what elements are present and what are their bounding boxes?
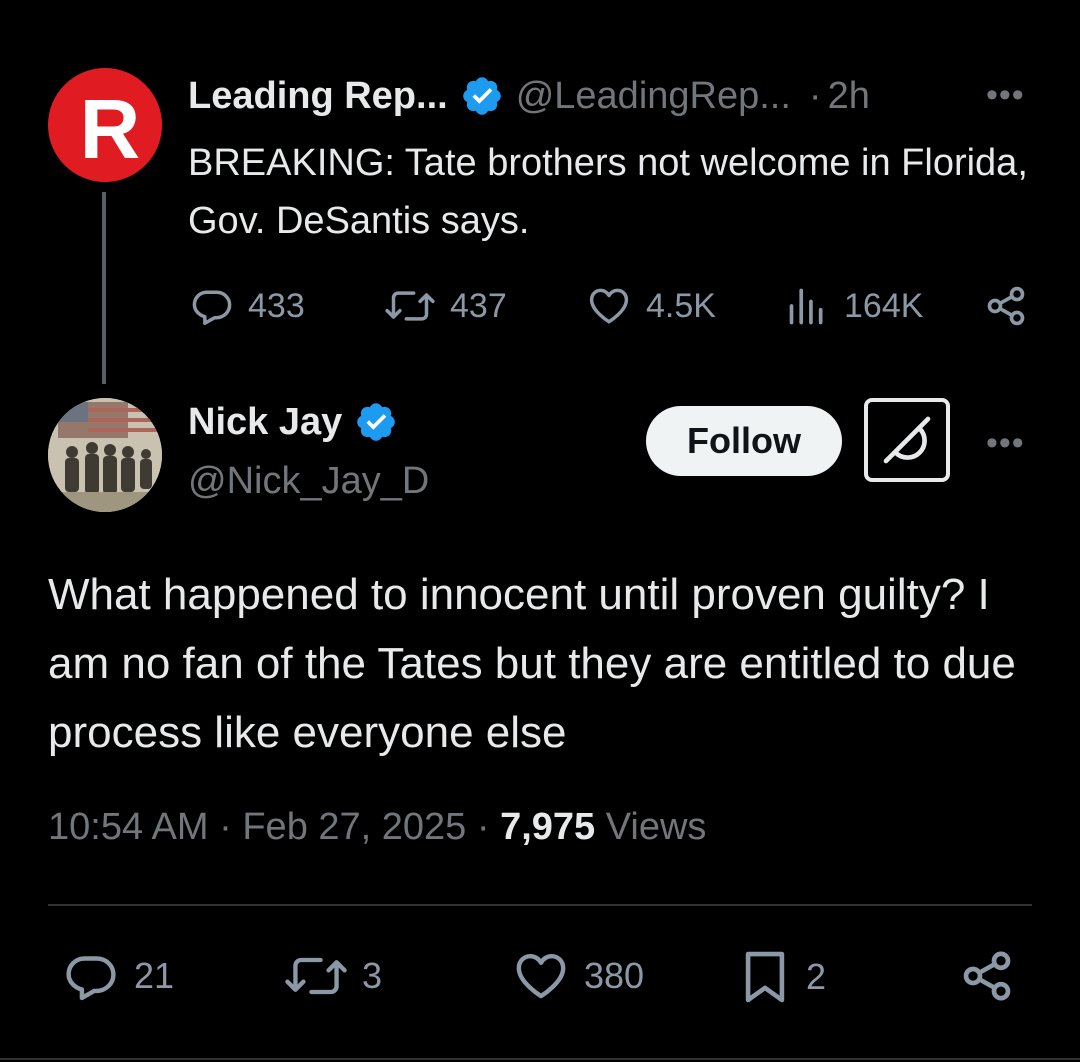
- reply-tweet-text: What happened to innocent until proven g…: [48, 570, 1016, 757]
- verified-badge-icon: [460, 74, 504, 118]
- repost-count: 3: [362, 955, 383, 996]
- parent-repost-count: 437: [450, 286, 507, 325]
- avatar-logo-side-text: LEADING: [72, 96, 87, 155]
- meta-separator: ·: [476, 806, 490, 848]
- nick-jay-avatar[interactable]: [48, 398, 162, 512]
- bookmark-count: 2: [806, 956, 827, 997]
- reply-author-name[interactable]: Nick Jay: [188, 401, 342, 444]
- parent-like-count: 4.5K: [646, 286, 716, 325]
- views-icon: [789, 288, 823, 325]
- parent-time-separator: ·: [808, 74, 822, 117]
- tweet-date[interactable]: Feb 27, 2025: [242, 806, 466, 848]
- grok-icon: [883, 416, 931, 464]
- reply-count: 21: [134, 955, 175, 996]
- like-icon: [589, 288, 629, 324]
- repost-icon: [285, 957, 347, 995]
- views-count: 7,975: [500, 806, 596, 848]
- tweet-time[interactable]: 10:54 AM: [48, 806, 209, 848]
- parent-repost-button[interactable]: 437: [384, 284, 507, 328]
- bookmark-icon: [745, 951, 785, 1003]
- bookmark-button[interactable]: 2: [738, 948, 826, 1006]
- parent-reply-button[interactable]: 433: [190, 284, 305, 328]
- follow-button[interactable]: Follow: [646, 406, 842, 476]
- parent-share-button[interactable]: [984, 284, 1042, 328]
- tweet-meta: 10:54 AM · Feb 27, 2025 · 7,975 Views: [48, 806, 706, 849]
- divider: [48, 904, 1032, 906]
- thread-connector-line: [102, 192, 106, 384]
- repost-button[interactable]: 3: [284, 948, 382, 1004]
- parent-tweet-text: BREAKING: Tate brothers not welcome in F…: [188, 142, 1028, 242]
- parent-tweet-header: Leading Rep... @LeadingRep... · 2h: [188, 74, 870, 118]
- parent-author-name[interactable]: Leading Rep...: [188, 75, 448, 118]
- reply-author-handle[interactable]: @Nick_Jay_D: [188, 460, 429, 503]
- share-button[interactable]: [958, 948, 1030, 1004]
- parent-views-count: 164K: [844, 286, 924, 325]
- parent-like-button[interactable]: 4.5K: [586, 284, 716, 328]
- grok-button[interactable]: [864, 398, 950, 482]
- parent-timestamp[interactable]: 2h: [828, 75, 870, 118]
- meta-separator: ·: [219, 806, 232, 848]
- avatar-logo-letter: R: [80, 82, 141, 176]
- reply-icon: [66, 956, 116, 1001]
- parent-reply-count: 433: [248, 286, 305, 325]
- bottom-divider: [0, 1058, 1080, 1060]
- reply-more-icon[interactable]: •••: [986, 424, 1025, 463]
- views-label: Views: [605, 806, 707, 848]
- share-icon: [987, 286, 1025, 326]
- leading-report-avatar[interactable]: R LEADING: [48, 68, 162, 182]
- parent-more-icon[interactable]: •••: [986, 76, 1025, 115]
- reply-author-name-row: Nick Jay: [188, 400, 410, 444]
- parent-author-handle[interactable]: @LeadingRep...: [516, 75, 791, 118]
- like-button[interactable]: 380: [512, 948, 644, 1004]
- like-icon: [516, 953, 566, 999]
- share-icon: [963, 951, 1011, 1001]
- like-count: 380: [584, 955, 645, 996]
- reply-button[interactable]: 21: [62, 948, 174, 1004]
- parent-views-button[interactable]: 164K: [786, 284, 923, 328]
- reply-icon: [192, 290, 232, 325]
- verified-badge-icon: [354, 400, 398, 444]
- repost-icon: [385, 291, 435, 321]
